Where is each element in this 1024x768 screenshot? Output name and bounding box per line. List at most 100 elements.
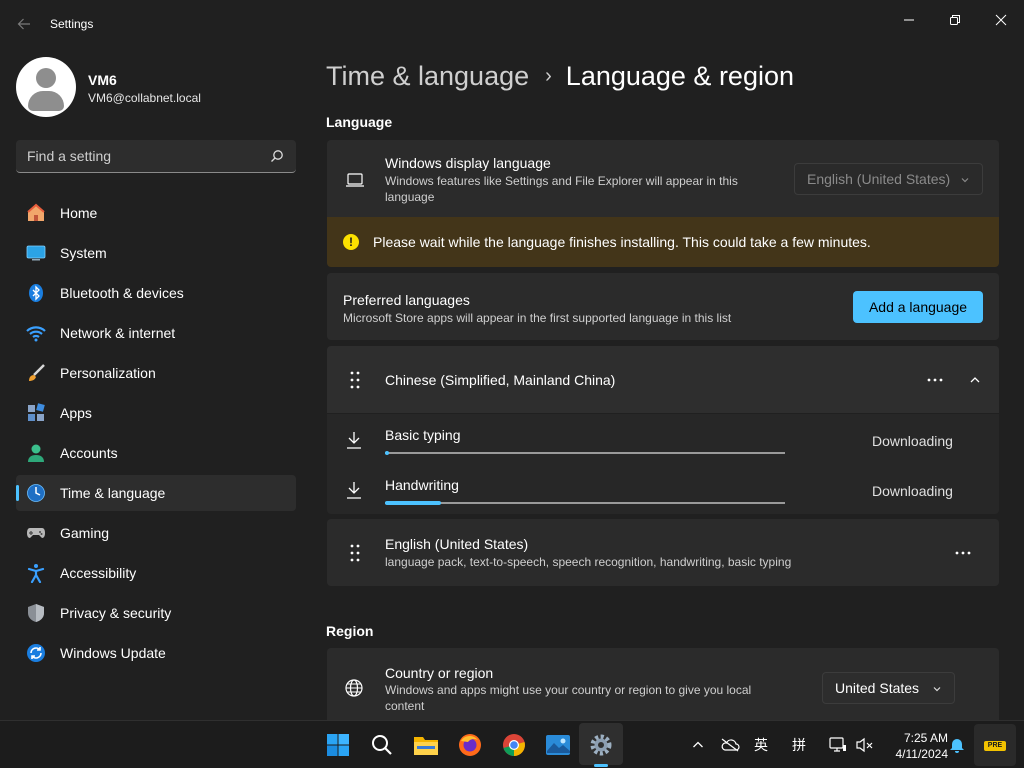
cloud-offline-icon — [721, 738, 740, 752]
gear-icon — [590, 734, 612, 756]
install-warning-banner: ! Please wait while the language finishe… — [327, 217, 999, 267]
onedrive-button[interactable] — [720, 735, 740, 755]
preferred-languages-description: Microsoft Store apps will appear in the … — [343, 311, 732, 325]
add-language-button[interactable]: Add a language — [853, 291, 983, 323]
notifications-button[interactable] — [948, 735, 966, 755]
globe-icon — [345, 679, 363, 697]
breadcrumb-parent-link[interactable]: Time & language — [326, 61, 529, 92]
sidebar-item-bluetooth[interactable]: Bluetooth & devices — [16, 275, 296, 311]
volume-button[interactable] — [856, 735, 874, 755]
country-region-dropdown[interactable]: United States — [822, 672, 955, 704]
language-name: Chinese (Simplified, Mainland China) — [385, 372, 616, 388]
taskbar: 英 拼 7:25 AM 4/11/2024 PRE — [0, 720, 1024, 768]
breadcrumb-separator: › — [545, 64, 552, 87]
chrome-button[interactable] — [500, 731, 528, 759]
sidebar-item-home[interactable]: Home — [16, 195, 296, 231]
speaker-muted-icon — [856, 737, 873, 753]
sidebar-item-apps[interactable]: Apps — [16, 395, 296, 431]
feature-name: Basic typing — [385, 427, 461, 443]
display-language-description: Windows features like Settings and File … — [385, 174, 738, 204]
chevron-down-icon — [961, 178, 969, 183]
network-icon — [26, 326, 46, 342]
sidebar-item-label: Time & language — [60, 485, 166, 501]
display-language-dropdown[interactable]: English (United States) — [794, 163, 983, 195]
search-input[interactable] — [16, 140, 261, 172]
home-icon — [27, 203, 45, 221]
sidebar-nav: Home System Bluetooth & devices Network … — [16, 195, 296, 675]
minimize-button[interactable] — [886, 4, 932, 36]
sidebar-item-label: Windows Update — [60, 645, 166, 661]
start-button[interactable] — [324, 731, 352, 759]
accessibility-icon — [27, 564, 45, 583]
language-item-english[interactable]: English (United States) language pack, t… — [327, 519, 999, 586]
drag-handle-icon[interactable] — [345, 543, 365, 563]
ime-language-indicator[interactable]: 英 — [752, 735, 770, 755]
section-title-region: Region — [326, 623, 374, 639]
sidebar-item-system[interactable]: System — [16, 235, 296, 271]
clock[interactable]: 7:25 AM 4/11/2024 — [880, 730, 949, 762]
minimize-icon — [904, 19, 914, 21]
close-icon — [995, 14, 1007, 26]
language-item-chinese[interactable]: Chinese (Simplified, Mainland China) — [327, 346, 999, 413]
personalization-brush-icon — [29, 364, 45, 381]
sidebar-item-accounts[interactable]: Accounts — [16, 435, 296, 471]
sidebar-item-windows-update[interactable]: Windows Update — [16, 635, 296, 671]
basic-typing-progress-bar — [385, 451, 785, 455]
back-arrow-icon — [17, 18, 30, 30]
sidebar-item-accessibility[interactable]: Accessibility — [16, 555, 296, 591]
apps-icon — [28, 403, 45, 421]
more-options-button[interactable] — [947, 539, 979, 567]
preferred-languages-card: Preferred languages Microsoft Store apps… — [327, 273, 999, 340]
user-name: VM6 — [88, 72, 117, 88]
sidebar-item-privacy[interactable]: Privacy & security — [16, 595, 296, 631]
photos-icon — [546, 735, 570, 755]
firefox-icon — [459, 734, 481, 756]
chevron-up-icon — [693, 741, 703, 748]
close-button[interactable] — [978, 4, 1024, 36]
restore-button[interactable] — [932, 4, 978, 36]
section-title-language: Language — [326, 114, 393, 130]
taskbar-search-button[interactable] — [368, 731, 396, 759]
sidebar-item-label: Apps — [60, 405, 92, 421]
sidebar-item-label: Gaming — [60, 525, 110, 541]
sidebar-item-gaming[interactable]: Gaming — [16, 515, 296, 551]
network-status-button[interactable] — [828, 735, 848, 755]
country-region-value: United States — [835, 680, 920, 696]
more-options-button[interactable] — [919, 366, 951, 394]
download-icon — [347, 482, 361, 499]
chevron-down-icon — [933, 687, 941, 692]
drag-handle-icon[interactable] — [345, 370, 365, 390]
file-explorer-button[interactable] — [412, 731, 440, 759]
feature-name: Handwriting — [385, 477, 459, 493]
firefox-button[interactable] — [456, 731, 484, 759]
ime-mode-indicator[interactable]: 拼 — [790, 735, 808, 755]
system-icon — [26, 245, 46, 261]
search-box — [16, 140, 296, 173]
download-icon — [347, 432, 361, 449]
sidebar-item-label: Accessibility — [60, 565, 137, 581]
back-button[interactable] — [10, 12, 38, 36]
user-email: VM6@collabnet.local — [88, 91, 201, 105]
collapse-button[interactable] — [959, 366, 991, 394]
sidebar-item-network[interactable]: Network & internet — [16, 315, 296, 351]
app-title: Settings — [50, 17, 94, 31]
show-desktop-area[interactable]: PRE — [974, 724, 1016, 766]
gaming-controller-icon — [27, 528, 45, 538]
sidebar-item-time-language[interactable]: Time & language — [16, 475, 296, 511]
windows-logo-icon — [327, 734, 349, 756]
sidebar-item-personalization[interactable]: Personalization — [16, 355, 296, 391]
warning-icon: ! — [343, 234, 359, 250]
ethernet-monitor-icon — [829, 737, 846, 752]
country-region-title: Country or region — [385, 665, 494, 681]
search-icon[interactable] — [270, 149, 284, 163]
page-title: Language & region — [565, 60, 794, 91]
settings-taskbar-button[interactable] — [587, 731, 615, 759]
language-name: English (United States) — [385, 536, 529, 552]
country-region-card: Country or region Windows and apps might… — [327, 648, 999, 720]
sidebar-item-label: Home — [60, 205, 98, 221]
sidebar-item-label: System — [60, 245, 107, 261]
breadcrumb: Time & language › Language & region — [326, 58, 794, 94]
preferred-languages-title: Preferred languages — [343, 292, 470, 308]
show-hidden-icons-button[interactable] — [690, 735, 706, 755]
photos-button[interactable] — [544, 731, 572, 759]
